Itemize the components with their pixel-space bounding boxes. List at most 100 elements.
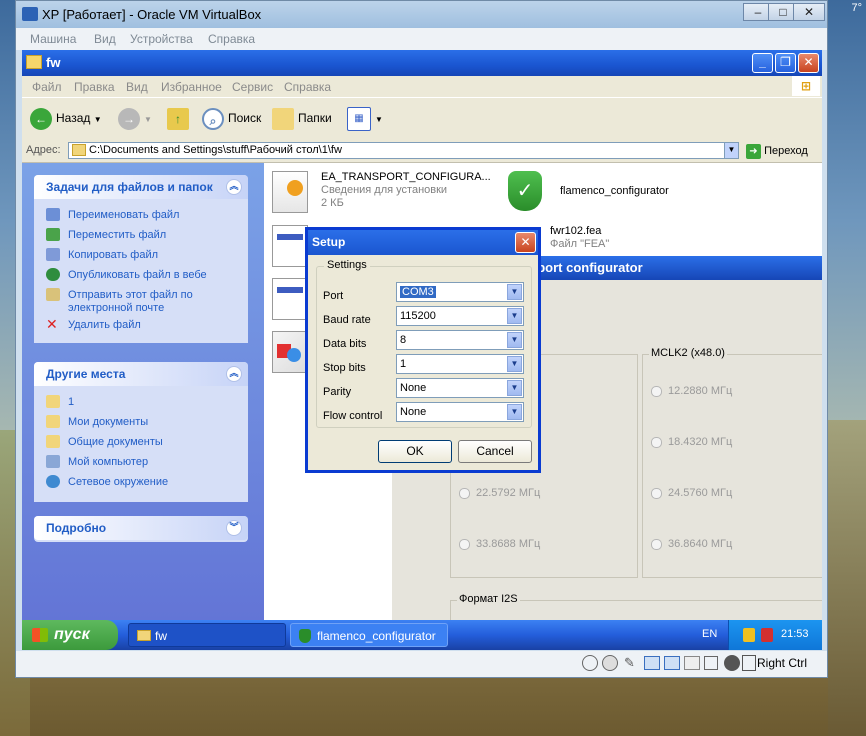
close-button[interactable]: ✕ (793, 3, 825, 21)
move-file-link[interactable]: Переместить файл (34, 225, 248, 245)
delete-file-link[interactable]: ✕ Удалить файл (34, 315, 248, 335)
security-alert-icon[interactable] (761, 628, 773, 642)
explorer-minimize-button[interactable]: _ (752, 53, 773, 73)
setup-titlebar[interactable]: Setup (308, 230, 538, 255)
forward-arrow-icon: → (118, 107, 140, 130)
language-indicator[interactable]: EN (702, 628, 717, 640)
host-key-label: Right Ctrl (757, 656, 808, 670)
setup-close-button[interactable]: ✕ (515, 232, 536, 253)
shared-documents-link[interactable]: Общие документы (34, 432, 248, 452)
my-documents-link[interactable]: Мои документы (34, 412, 248, 432)
usb-icon[interactable]: ✎ (624, 655, 638, 671)
copy-file-link[interactable]: Копировать файл (34, 245, 248, 265)
explorer-titlebar[interactable]: fw _ ❐ ✕ (22, 50, 822, 76)
rename-file-link[interactable]: Переименовать файл (34, 205, 248, 225)
vt-x-icon[interactable] (724, 655, 740, 671)
menu-file[interactable]: Файл (32, 80, 62, 94)
mouse-integration-icon[interactable] (742, 655, 756, 671)
explorer-title: fw (46, 55, 61, 70)
virtualbox-title: XP [Работает] - Oracle VM VirtualBox (42, 7, 262, 22)
security-shield-icon[interactable] (743, 628, 755, 642)
move-icon (46, 228, 60, 241)
dropdown-arrow-icon[interactable]: ▼ (507, 284, 522, 300)
stop-bits-select[interactable]: 1 ▼ (396, 354, 524, 374)
dropdown-arrow-icon[interactable]: ▼ (507, 404, 522, 420)
taskbar-item-fw[interactable]: fw (128, 623, 286, 647)
email-file-link[interactable]: Отправить этот файл по электронной почте (34, 285, 248, 315)
ok-button[interactable]: OK (378, 440, 452, 463)
baud-rate-label: Baud rate (323, 314, 371, 326)
baud-rate-select[interactable]: 115200 ▼ (396, 306, 524, 326)
freq-radio[interactable]: 18.4320 МГц (651, 436, 732, 448)
dropdown-arrow-icon[interactable]: ▼ (507, 332, 522, 348)
folders-button[interactable]: Папки (272, 106, 332, 130)
place-1-link[interactable]: 1 (34, 392, 248, 412)
hard-disk-icon[interactable] (582, 655, 598, 671)
menu-view[interactable]: Вид (94, 32, 116, 46)
file-icon[interactable] (272, 225, 308, 267)
explorer-maximize-button[interactable]: ❐ (775, 53, 796, 73)
folder-icon (46, 415, 60, 428)
radio-icon (651, 385, 662, 397)
details-header[interactable]: Подробно ︾ (34, 516, 248, 540)
forward-button[interactable]: → ▼ (118, 106, 152, 130)
expand-icon[interactable]: ︾ (226, 520, 242, 536)
display-icon[interactable] (684, 656, 700, 670)
collapse-icon[interactable]: ︽ (226, 179, 242, 195)
radio-icon (459, 487, 470, 499)
network-icon[interactable] (644, 656, 660, 670)
menu-help[interactable]: Справка (284, 80, 331, 94)
copy-icon (46, 248, 60, 261)
shield-check-icon: ✓ (508, 171, 542, 211)
dropdown-arrow-icon[interactable]: ▼ (507, 356, 522, 372)
my-computer-link[interactable]: Мой компьютер (34, 452, 248, 472)
freq-radio[interactable]: 12.2880 МГц (651, 385, 732, 397)
dropdown-arrow-icon[interactable]: ▼ (507, 380, 522, 396)
taskbar-item-flamenco[interactable]: flamenco_configurator (290, 623, 448, 647)
host-desktop-right (828, 420, 866, 736)
file-tasks-header[interactable]: Задачи для файлов и папок ︽ (34, 175, 248, 199)
settings-legend: Settings (324, 259, 370, 271)
menu-help[interactable]: Справка (208, 32, 255, 46)
video-capture-icon[interactable] (704, 656, 718, 670)
menu-devices[interactable]: Устройства (130, 32, 193, 46)
search-button[interactable]: ⌕ Поиск (202, 106, 261, 130)
menu-favorites[interactable]: Избранное (161, 80, 222, 94)
port-select[interactable]: COM3 ▼ (396, 282, 524, 302)
setup-dialog: Setup ✕ Settings Port COM3 ▼ Baud rate 11… (305, 227, 541, 473)
optical-drive-icon[interactable] (602, 655, 618, 671)
cancel-button[interactable]: Cancel (458, 440, 532, 463)
freq-radio[interactable]: 33.8688 МГц (459, 538, 540, 550)
flow-control-select[interactable]: None ▼ (396, 402, 524, 422)
collapse-icon[interactable]: ︽ (226, 366, 242, 382)
publish-file-link[interactable]: Опубликовать файл в вебе (34, 265, 248, 285)
freq-radio[interactable]: 24.5760 МГц (651, 487, 732, 499)
menu-view[interactable]: Вид (126, 80, 148, 94)
application-icon[interactable] (272, 331, 308, 373)
parity-select[interactable]: None ▼ (396, 378, 524, 398)
other-places-header[interactable]: Другие места ︽ (34, 362, 248, 386)
address-dropdown-button[interactable]: ▼ (724, 142, 739, 159)
file-icon[interactable] (272, 278, 308, 320)
network-places-link[interactable]: Сетевое окружение (34, 472, 248, 492)
file-tasks-panel: Задачи для файлов и папок ︽ Переименоват… (34, 175, 248, 343)
menu-tools[interactable]: Сервис (232, 80, 273, 94)
freq-radio[interactable]: 22.5792 МГц (459, 487, 540, 499)
address-input[interactable]: C:\Documents and Settings\stuff\Рабочий … (68, 142, 738, 159)
freq-radio[interactable]: 36.8640 МГц (651, 538, 732, 550)
back-button[interactable]: ← Назад ▼ (30, 106, 102, 130)
go-button[interactable]: ➜ Переход (746, 142, 808, 160)
computer-icon (46, 455, 60, 468)
explorer-menubar: Файл Правка Вид Избранное Сервис Справка… (22, 76, 822, 96)
menu-machine[interactable]: Машина (30, 32, 76, 46)
dropdown-arrow-icon[interactable]: ▼ (507, 308, 522, 324)
menu-edit[interactable]: Правка (74, 80, 115, 94)
virtualbox-titlebar[interactable]: XP [Работает] - Oracle VM VirtualBox – □… (16, 1, 827, 28)
views-button[interactable]: ▦ ▼ (347, 106, 383, 131)
up-folder-button[interactable]: ↑ (167, 106, 193, 130)
data-bits-select[interactable]: 8 ▼ (396, 330, 524, 350)
file-item[interactable]: ✓ flamenco_configurator (508, 169, 708, 217)
shared-folders-icon[interactable] (664, 656, 680, 670)
start-button[interactable]: пуск (22, 620, 118, 650)
explorer-close-button[interactable]: ✕ (798, 53, 819, 73)
